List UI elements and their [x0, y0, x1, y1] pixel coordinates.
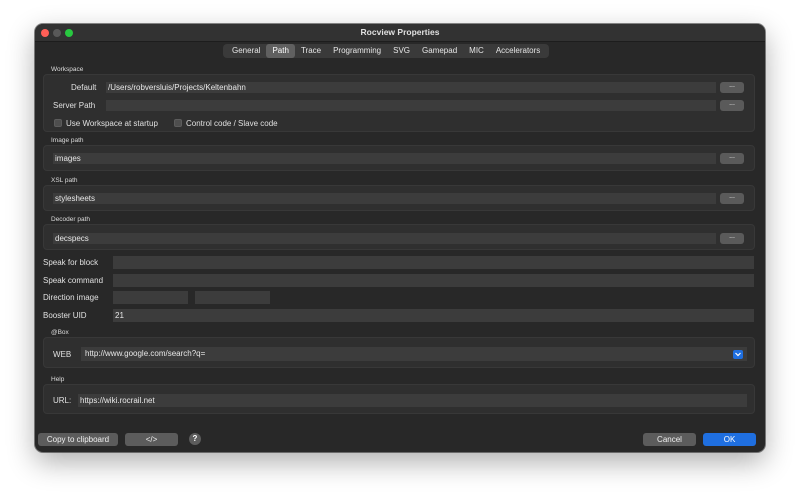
speak-command-label: Speak command	[43, 276, 104, 285]
code-button[interactable]: </>	[125, 433, 178, 446]
tab-programming[interactable]: Programming	[327, 44, 387, 58]
direction-image-field-2[interactable]	[195, 291, 270, 304]
tab-general[interactable]: General	[226, 44, 266, 58]
direction-image-label: Direction image	[43, 293, 99, 302]
image-path-section-label: Image path	[51, 137, 84, 144]
control-code-label: Control code / Slave code	[186, 119, 278, 128]
tab-mic[interactable]: MIC	[463, 44, 490, 58]
ok-button[interactable]: OK	[703, 433, 756, 446]
speak-block-label: Speak for block	[43, 258, 99, 267]
use-workspace-checkbox[interactable]	[54, 119, 62, 127]
default-workspace-field[interactable]: /Users/robversluis/Projects/Keltenbahn	[106, 82, 716, 93]
direction-image-field-1[interactable]	[113, 291, 188, 304]
chevron-down-icon[interactable]	[733, 350, 743, 359]
workspace-group: Default /Users/robversluis/Projects/Kelt…	[43, 74, 755, 132]
tab-gamepad[interactable]: Gamepad	[416, 44, 463, 58]
help-group: URL: https://wiki.rocrail.net	[43, 384, 755, 414]
use-workspace-label: Use Workspace at startup	[66, 119, 158, 128]
tab-trace[interactable]: Trace	[295, 44, 327, 58]
decoder-path-browse-button[interactable]: ...	[720, 233, 744, 244]
decoder-path-group: decspecs ...	[43, 224, 755, 250]
xsl-path-field[interactable]: stylesheets	[53, 193, 716, 204]
tab-accelerators[interactable]: Accelerators	[490, 44, 546, 58]
box-section-label: @Box	[51, 329, 69, 336]
title-bar: Rocview Properties	[35, 24, 765, 42]
booster-uid-label: Booster UID	[43, 311, 87, 320]
decoder-path-section-label: Decoder path	[51, 216, 91, 223]
cancel-button[interactable]: Cancel	[643, 433, 696, 446]
workspace-section-label: Workspace	[51, 66, 84, 73]
image-path-group: images ...	[43, 145, 755, 171]
server-path-label: Server Path	[53, 101, 96, 110]
server-path-browse-button[interactable]: ...	[720, 100, 744, 111]
copy-to-clipboard-button[interactable]: Copy to clipboard	[38, 433, 118, 446]
box-group: WEB http://www.google.com/search?q=	[43, 337, 755, 368]
control-code-checkbox[interactable]	[174, 119, 182, 127]
tab-bar: General Path Trace Programming SVG Gamep…	[223, 44, 550, 58]
web-select[interactable]: http://www.google.com/search?q=	[81, 347, 747, 361]
xsl-path-group: stylesheets ...	[43, 185, 755, 211]
server-path-field[interactable]	[106, 100, 716, 111]
properties-window: Rocview Properties General Path Trace Pr…	[35, 24, 765, 452]
tab-path[interactable]: Path	[266, 44, 295, 58]
image-path-field[interactable]: images	[53, 153, 716, 164]
speak-command-field[interactable]	[113, 274, 754, 287]
default-label: Default	[71, 83, 97, 92]
speak-block-field[interactable]	[113, 256, 754, 269]
tab-svg[interactable]: SVG	[387, 44, 416, 58]
help-url-field[interactable]: https://wiki.rocrail.net	[78, 394, 747, 407]
default-browse-button[interactable]: ...	[720, 82, 744, 93]
xsl-path-section-label: XSL path	[51, 177, 78, 184]
help-icon[interactable]: ?	[189, 433, 201, 445]
decoder-path-field[interactable]: decspecs	[53, 233, 716, 244]
help-section-label: Help	[51, 376, 65, 383]
image-path-browse-button[interactable]: ...	[720, 153, 744, 164]
booster-uid-field[interactable]: 21	[113, 309, 754, 322]
url-label: URL:	[53, 396, 72, 405]
window-title: Rocview Properties	[360, 27, 440, 37]
web-label: WEB	[53, 350, 72, 359]
xsl-path-browse-button[interactable]: ...	[720, 193, 744, 204]
